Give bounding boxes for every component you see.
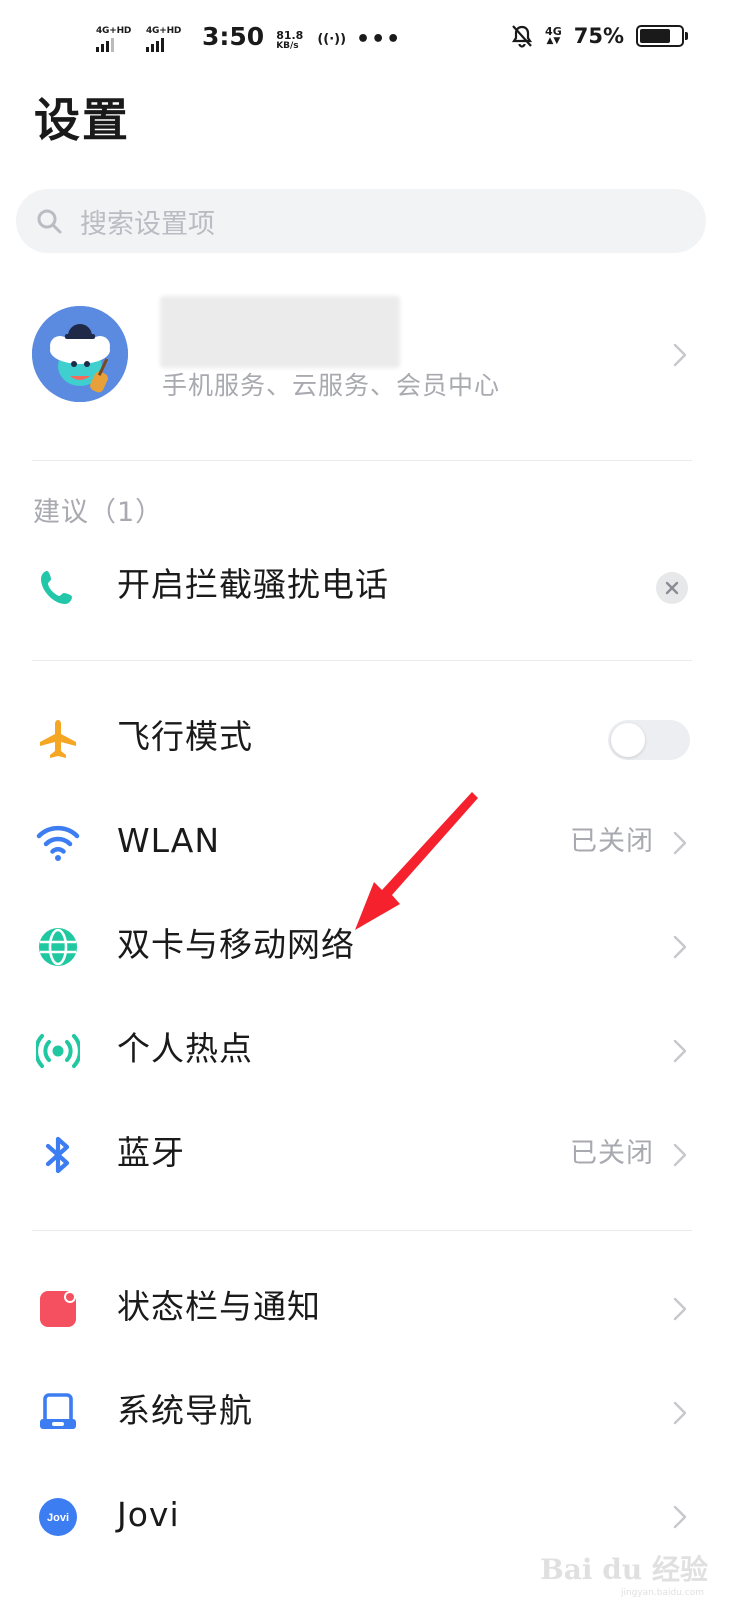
sim1-label: 4G+HD xyxy=(96,26,132,36)
jovi-icon: Jovi xyxy=(36,1495,80,1539)
network-speed: 81.8 KB/s xyxy=(276,30,303,52)
account-subtitle: 手机服务、云服务、会员中心 xyxy=(162,371,501,400)
avatar xyxy=(32,306,128,402)
settings-item-personal-hotspot[interactable]: 个人热点 xyxy=(0,998,738,1102)
chevron-right-icon xyxy=(673,1401,687,1425)
settings-item-bluetooth[interactable]: 蓝牙 已关闭 xyxy=(0,1102,738,1206)
close-icon xyxy=(665,581,679,595)
search-placeholder: 搜索设置项 xyxy=(80,208,215,240)
mobile-data-icon: 4G ▲▼ xyxy=(545,26,562,46)
battery-percent: 75% xyxy=(573,24,624,48)
search-icon xyxy=(34,206,64,236)
baidu-watermark: Bai du 经验 jingyan.baidu.com xyxy=(540,1548,708,1598)
suggestion-block-spam-calls[interactable]: 开启拦截骚扰电话 xyxy=(0,534,738,638)
globe-icon xyxy=(36,925,80,969)
settings-item-status-bar-notifications[interactable]: 状态栏与通知 xyxy=(0,1256,738,1360)
divider xyxy=(32,1230,692,1231)
status-time: 3:50 xyxy=(202,22,265,51)
item-label: Jovi xyxy=(117,1495,180,1534)
item-label: 双卡与移动网络 xyxy=(117,925,355,964)
settings-item-dual-sim-mobile-network[interactable]: 双卡与移动网络 xyxy=(0,894,738,998)
mute-bell-icon xyxy=(511,25,533,48)
network-arrows: ▲▼ xyxy=(546,36,561,46)
account-name-blurred xyxy=(160,296,400,368)
settings-item-wlan[interactable]: WLAN 已关闭 xyxy=(0,790,738,894)
divider xyxy=(32,460,692,461)
battery-fill xyxy=(640,29,670,43)
airplane-icon xyxy=(36,717,80,761)
chevron-right-icon xyxy=(673,831,687,855)
dismiss-button[interactable] xyxy=(656,572,688,604)
more-icon: ••• xyxy=(356,27,402,52)
toggle-knob xyxy=(611,723,645,757)
search-input[interactable]: 搜索设置项 xyxy=(16,189,706,253)
item-status: 已关闭 xyxy=(570,1138,654,1169)
sim1-signal-icon: 4G+HD xyxy=(96,26,136,52)
item-label: 飞行模式 xyxy=(117,717,253,756)
watermark-text: Bai du 经验 xyxy=(540,1553,708,1586)
wifi-icon xyxy=(36,821,80,865)
chevron-right-icon xyxy=(673,1039,687,1063)
chevron-right-icon xyxy=(673,1505,687,1529)
item-label: WLAN xyxy=(117,821,221,860)
item-label: 状态栏与通知 xyxy=(117,1287,321,1326)
hotspot-icon xyxy=(36,1029,80,1073)
chevron-right-icon xyxy=(673,1297,687,1321)
notification-icon xyxy=(36,1287,80,1331)
sim2-label: 4G+HD xyxy=(146,26,182,36)
sim2-signal-icon: 4G+HD xyxy=(146,26,186,52)
speed-value: 81.8 xyxy=(276,29,304,42)
chevron-right-icon xyxy=(673,343,687,367)
settings-item-airplane-mode[interactable]: 飞行模式 xyxy=(0,686,738,790)
suggestion-label: 开启拦截骚扰电话 xyxy=(117,565,389,604)
chevron-right-icon xyxy=(673,1143,687,1167)
chevron-right-icon xyxy=(673,935,687,959)
page-title: 设置 xyxy=(34,93,130,147)
divider xyxy=(32,660,692,661)
navigation-icon xyxy=(36,1391,80,1435)
item-status: 已关闭 xyxy=(570,826,654,857)
suggestions-label: 建议（1） xyxy=(33,497,164,528)
speed-unit: KB/s xyxy=(276,41,299,51)
jovi-badge-text: Jovi xyxy=(47,1512,69,1524)
status-bar: 4G+HD 4G+HD 3:50 81.8 KB/s ((·)) ••• 4G … xyxy=(0,0,738,80)
watermark-sub: jingyan.baidu.com xyxy=(620,1588,704,1598)
item-label: 系统导航 xyxy=(117,1391,253,1430)
hotspot-status-icon: ((·)) xyxy=(317,32,347,47)
settings-item-system-navigation[interactable]: 系统导航 xyxy=(0,1360,738,1464)
airplane-mode-toggle[interactable] xyxy=(608,720,690,760)
bluetooth-icon xyxy=(36,1133,80,1177)
phone-icon xyxy=(36,565,80,609)
account-card[interactable]: 手机服务、云服务、会员中心 xyxy=(0,290,738,440)
item-label: 个人热点 xyxy=(117,1029,253,1068)
battery-icon xyxy=(636,25,688,47)
item-label: 蓝牙 xyxy=(117,1133,185,1172)
